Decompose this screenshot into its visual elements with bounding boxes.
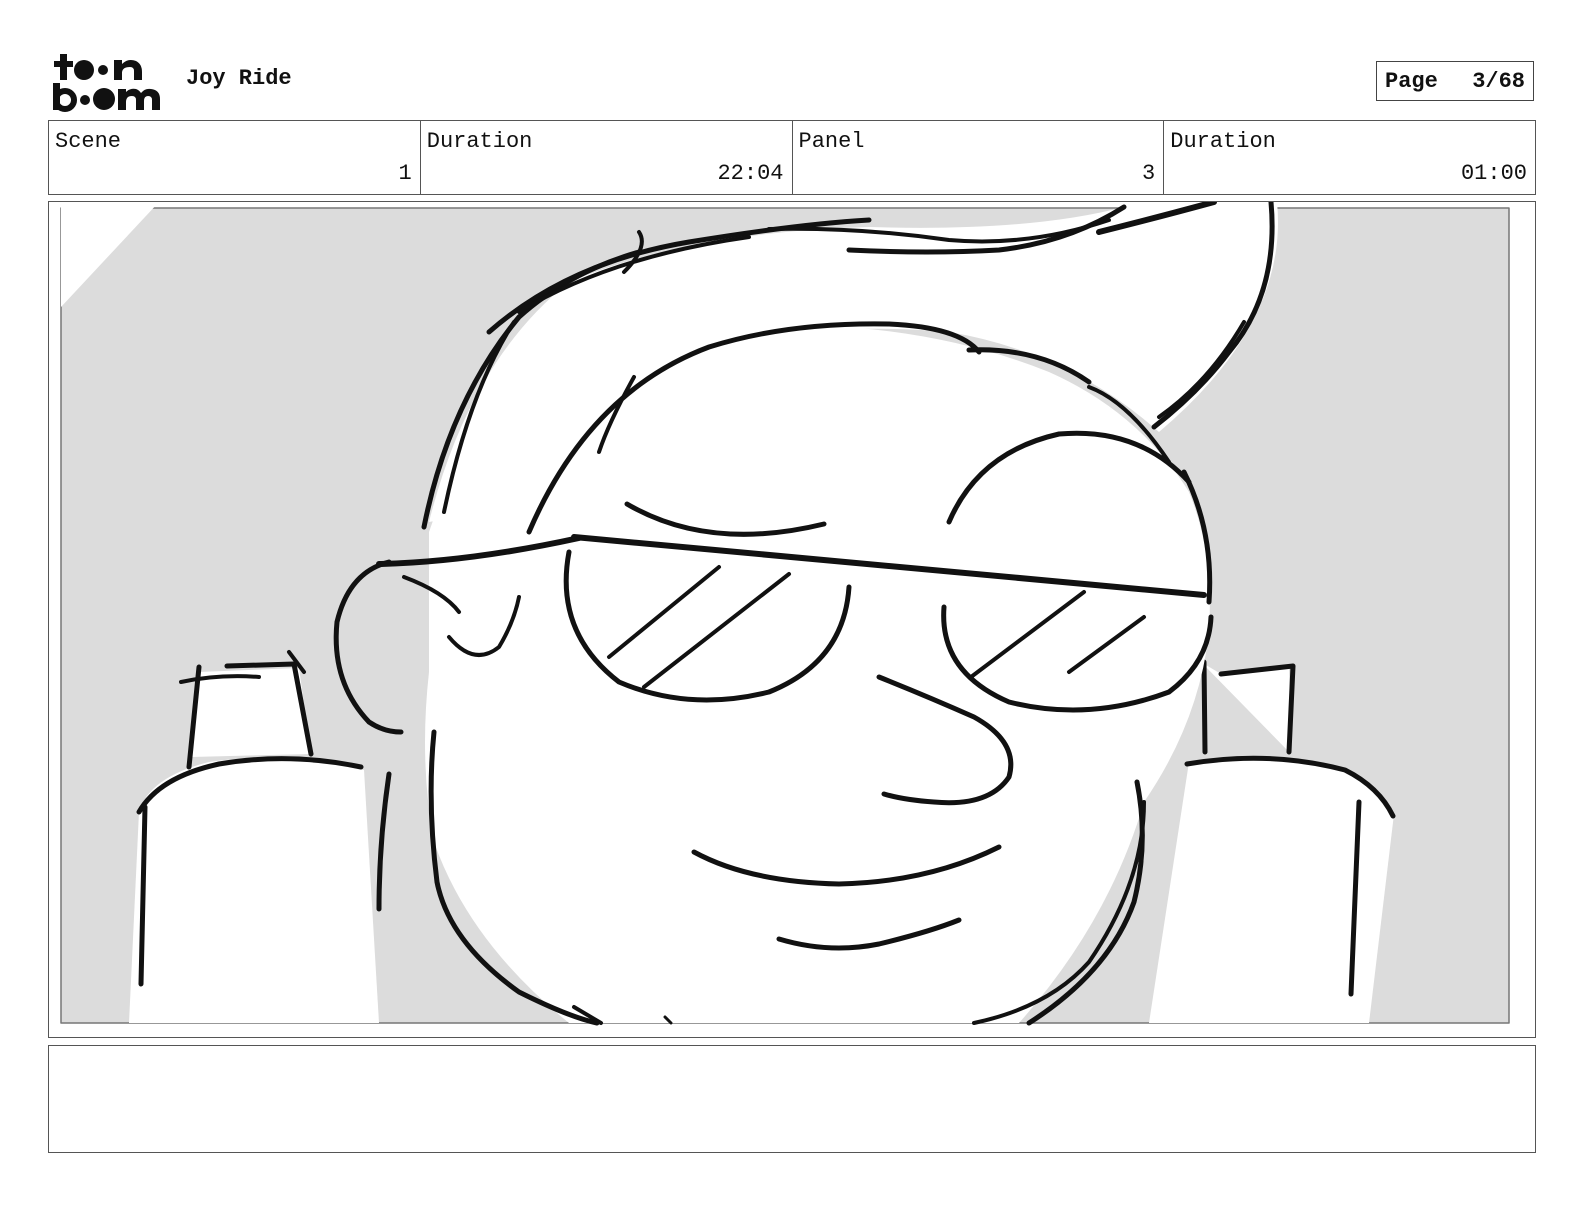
info-row: Scene 1 Duration 22:04 Panel 3 Duration … — [48, 120, 1536, 195]
page-indicator: Page 3/68 — [1376, 61, 1534, 101]
scene-label: Scene — [55, 129, 122, 154]
toonboom-logo-mark — [53, 54, 160, 112]
toonboom-logo — [50, 50, 162, 112]
page-number: 3/68 — [1472, 68, 1525, 94]
panel-duration-cell: Duration 01:00 — [1164, 121, 1535, 194]
storyboard-panel — [48, 201, 1536, 1038]
panel-notes — [48, 1045, 1536, 1153]
scene-duration-value: 22:04 — [717, 161, 784, 186]
panel-duration-value: 01:00 — [1460, 161, 1527, 186]
panel-duration-label: Duration — [1170, 129, 1276, 154]
scene-value: 1 — [398, 161, 412, 186]
scene-duration-cell: Duration 22:04 — [421, 121, 793, 194]
page-label: Page — [1385, 68, 1438, 94]
scene-duration-label: Duration — [426, 129, 533, 154]
panel-cell: Panel 3 — [793, 121, 1165, 194]
panel-drawing — [49, 202, 1510, 1026]
panel-value: 3 — [1142, 161, 1156, 186]
project-title: Joy Ride — [186, 66, 292, 91]
panel-label: Panel — [798, 129, 865, 154]
scene-cell: Scene 1 — [49, 121, 421, 194]
